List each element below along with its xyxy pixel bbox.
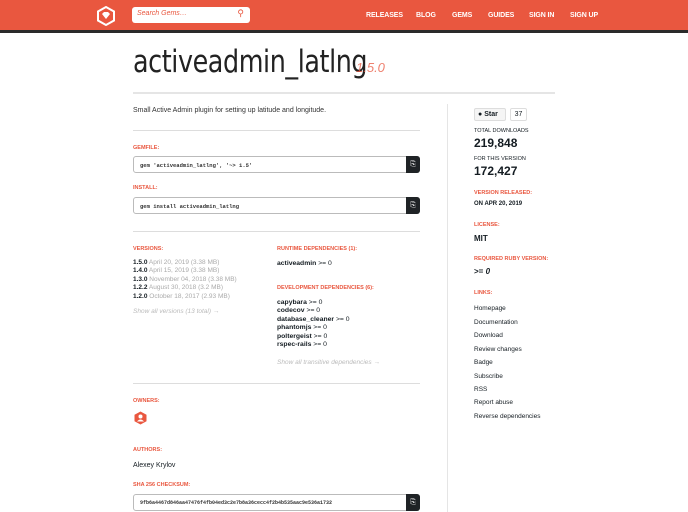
total-downloads-label: TOTAL DOWNLOADS: [474, 128, 529, 134]
gem-name: activeadmin_latlng: [133, 44, 368, 80]
copy-install-button[interactable]: ⎘: [406, 197, 420, 214]
version-released-label: VERSION RELEASED:: [474, 190, 533, 196]
gemfile-label: GEMFILE:: [133, 145, 160, 151]
version-item[interactable]: 1.2.2 August 30, 2018 (3.2 MB): [133, 284, 237, 292]
license-label: LICENSE:: [474, 222, 500, 228]
ruby-version: >= 0: [474, 267, 491, 276]
owner-avatar-icon[interactable]: [134, 411, 147, 425]
nav-guides[interactable]: GUIDES: [488, 12, 514, 19]
link-rss[interactable]: RSS: [474, 386, 487, 393]
install-label: INSTALL:: [133, 185, 158, 191]
title-divider: [133, 92, 555, 94]
gem-description: Small Active Admin plugin for setting up…: [133, 107, 327, 114]
column-divider: [447, 104, 448, 512]
copy-sha-button[interactable]: ⎘: [406, 494, 420, 511]
version-item[interactable]: 1.4.0 April 15, 2019 (3.38 MB): [133, 267, 237, 275]
link-reverse-dependencies[interactable]: Reverse dependencies: [474, 413, 541, 420]
search-placeholder: Search Gems…: [137, 10, 187, 17]
versions-list: 1.5.0 April 20, 2019 (3.38 MB) 1.4.0 Apr…: [133, 259, 237, 301]
authors-label: AUTHORS:: [133, 447, 163, 453]
dev-dep-item[interactable]: rspec-rails >= 0: [277, 341, 350, 349]
divider: [133, 231, 420, 232]
gem-version: 1.5.0: [356, 60, 385, 75]
divider: [133, 383, 420, 384]
install-value: gem install activeadmin_latlng: [140, 203, 240, 210]
links-label: LINKS:: [474, 290, 493, 296]
version-downloads-label: FOR THIS VERSION: [474, 156, 526, 162]
author-name: Alexey Krylov: [133, 462, 176, 469]
dev-dep-item[interactable]: poltergeist >= 0: [277, 333, 350, 341]
link-subscribe[interactable]: Subscribe: [474, 373, 503, 380]
runtime-deps-label: RUNTIME DEPENDENCIES (1):: [277, 246, 358, 252]
sha-label: SHA 256 CHECKSUM:: [133, 482, 191, 488]
nav-blog[interactable]: BLOG: [416, 12, 436, 19]
owners-label: OWNERS:: [133, 398, 160, 404]
dev-dep-item[interactable]: capybara >= 0: [277, 299, 350, 307]
link-download[interactable]: Download: [474, 332, 503, 339]
header-divider: [0, 30, 688, 33]
show-transitive-deps-link[interactable]: Show all transitive dependencies →: [277, 359, 380, 366]
link-homepage[interactable]: Homepage: [474, 305, 506, 312]
search-icon[interactable]: ⚲: [237, 8, 244, 19]
dev-dep-item[interactable]: phantomjs >= 0: [277, 324, 350, 332]
sha-value: 9fb6a4467d846aa47476f4fb04ed3c2e7b8a36ce…: [140, 500, 333, 506]
gemfile-value: gem 'activeadmin_latlng', '~> 1.5': [140, 162, 253, 169]
link-review-changes[interactable]: Review changes: [474, 346, 522, 353]
version-downloads: 172,427: [474, 164, 518, 178]
nav-releases[interactable]: RELEASES: [366, 12, 403, 19]
divider: [133, 130, 420, 131]
dev-deps-label: DEVELOPMENT DEPENDENCIES (6):: [277, 285, 374, 291]
show-all-versions-link[interactable]: Show all versions (13 total) →: [133, 308, 219, 315]
rubygems-logo-icon[interactable]: [97, 6, 115, 26]
version-item[interactable]: 1.3.0 November 04, 2018 (3.38 MB): [133, 276, 237, 284]
copy-gemfile-button[interactable]: ⎘: [406, 156, 420, 173]
version-item[interactable]: 1.5.0 April 20, 2019 (3.38 MB): [133, 259, 237, 267]
sha-field[interactable]: 9fb6a4467d846aa47476f4fb04ed3c2e7b8a36ce…: [133, 494, 420, 511]
version-released: ON APR 20, 2019: [474, 201, 523, 207]
link-badge[interactable]: Badge: [474, 359, 493, 366]
star-count[interactable]: 37: [510, 108, 527, 121]
link-documentation[interactable]: Documentation: [474, 319, 518, 326]
versions-label: VERSIONS:: [133, 246, 164, 252]
version-item[interactable]: 1.2.0 October 18, 2017 (2.93 MB): [133, 293, 237, 301]
nav-sign-up[interactable]: SIGN UP: [570, 12, 598, 19]
dev-dep-item[interactable]: codecov >= 0: [277, 307, 350, 315]
ruby-version-label: REQUIRED RUBY VERSION:: [474, 256, 549, 262]
dev-deps-list: capybara >= 0 codecov >= 0 database_clea…: [277, 299, 350, 349]
install-field[interactable]: gem install activeadmin_latlng ⎘: [133, 197, 420, 214]
license: MIT: [474, 234, 488, 243]
link-report-abuse[interactable]: Report abuse: [474, 399, 513, 406]
nav-sign-in[interactable]: SIGN IN: [529, 12, 554, 19]
github-icon: ●: [478, 111, 483, 118]
github-star-button[interactable]: ● Star: [474, 108, 506, 121]
gemfile-field[interactable]: gem 'activeadmin_latlng', '~> 1.5' ⎘: [133, 156, 420, 173]
search-input[interactable]: Search Gems… ⚲: [132, 7, 250, 23]
runtime-dep-item[interactable]: activeadmin >= 0: [277, 260, 332, 268]
total-downloads: 219,848: [474, 136, 518, 150]
nav-gems[interactable]: GEMS: [452, 12, 472, 19]
dev-dep-item[interactable]: database_cleaner >= 0: [277, 316, 350, 324]
